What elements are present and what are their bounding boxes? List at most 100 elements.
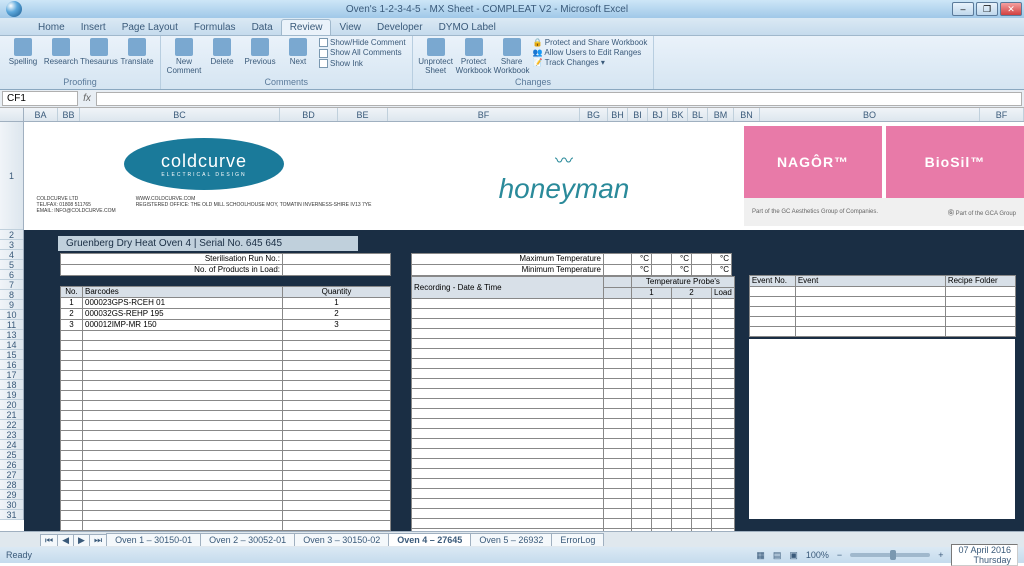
row-27[interactable]: 27 [0,470,23,480]
table-row[interactable] [412,359,735,369]
row-8[interactable]: 8 [0,290,23,300]
col-last[interactable]: BF [980,108,1024,121]
col-bl[interactable]: BL [688,108,708,121]
track-changes[interactable]: 📝 Track Changes ▾ [533,58,648,67]
table-row[interactable] [412,459,735,469]
sheet-tab-3[interactable]: Oven 4 – 27645 [388,533,471,546]
col-bj[interactable]: BJ [648,108,668,121]
col-bn[interactable]: BN [734,108,760,121]
share-workbook-button[interactable]: Share Workbook [495,38,529,75]
row-29[interactable]: 29 [0,490,23,500]
table-row[interactable] [412,439,735,449]
show-ink[interactable]: Show Ink [319,59,406,68]
table-row[interactable] [412,299,735,309]
row-2[interactable]: 2 [0,230,23,240]
table-row[interactable]: 2000032GS-REHP 1952 [61,309,391,320]
unprotect-sheet-button[interactable]: Unprotect Sheet [419,38,453,75]
table-row[interactable] [61,521,391,531]
translate-button[interactable]: Translate [120,38,154,66]
select-all-corner[interactable] [0,108,24,121]
table-row[interactable] [412,529,735,532]
zoom-out[interactable]: − [837,550,842,560]
table-row[interactable] [61,351,391,361]
col-bi[interactable]: BI [628,108,648,121]
protect-workbook-button[interactable]: Protect Workbook [457,38,491,75]
table-row[interactable] [61,361,391,371]
table-row[interactable] [412,479,735,489]
col-bk[interactable]: BK [668,108,688,121]
zoom-level[interactable]: 100% [806,550,829,560]
row-1[interactable]: 1 [0,122,23,230]
table-row[interactable] [61,531,391,532]
view-pagebreak-icon[interactable]: ▣ [789,550,798,561]
row-23[interactable]: 23 [0,430,23,440]
table-row[interactable] [412,489,735,499]
row-14[interactable]: 14 [0,340,23,350]
maximize-button[interactable]: ❐ [976,2,998,16]
tab-dymo[interactable]: DYMO Label [431,20,504,35]
previous-comment-button[interactable]: Previous [243,38,277,66]
row-19[interactable]: 19 [0,390,23,400]
table-row[interactable] [412,309,735,319]
tab-view[interactable]: View [331,20,369,35]
table-row[interactable] [412,509,735,519]
table-row[interactable] [61,451,391,461]
row-22[interactable]: 22 [0,420,23,430]
table-row[interactable] [412,519,735,529]
tab-nav-last[interactable]: ⏭ [89,534,107,546]
row-3[interactable]: 3 [0,240,23,250]
col-bh[interactable]: BH [608,108,628,121]
close-button[interactable]: ✕ [1000,2,1022,16]
table-row[interactable]: 3000012IMP-MR 1503 [61,320,391,331]
row-6[interactable]: 6 [0,270,23,280]
table-row[interactable] [61,471,391,481]
zoom-in[interactable]: + [938,550,943,560]
table-row[interactable] [61,401,391,411]
zoom-slider[interactable] [850,553,930,557]
row-7[interactable]: 7 [0,280,23,290]
table-row[interactable] [412,379,735,389]
row-25[interactable]: 25 [0,450,23,460]
col-be[interactable]: BE [338,108,388,121]
row-26[interactable]: 26 [0,460,23,470]
row-24[interactable]: 24 [0,440,23,450]
row-5[interactable]: 5 [0,260,23,270]
table-row[interactable] [412,329,735,339]
table-row[interactable] [412,469,735,479]
row-9[interactable]: 9 [0,300,23,310]
new-comment-button[interactable]: New Comment [167,38,201,75]
tab-data[interactable]: Data [244,20,281,35]
table-row[interactable] [412,389,735,399]
table-row[interactable] [61,331,391,341]
table-row[interactable] [61,411,391,421]
table-row[interactable] [412,349,735,359]
table-row[interactable] [61,491,391,501]
table-row[interactable] [412,499,735,509]
table-row[interactable] [412,429,735,439]
allow-edit-ranges[interactable]: 👥 Allow Users to Edit Ranges [533,48,648,57]
table-row[interactable] [749,297,1015,307]
row-13[interactable]: 13 [0,330,23,340]
view-normal-icon[interactable]: ▦ [756,550,765,561]
row-18[interactable]: 18 [0,380,23,390]
col-ba[interactable]: BA [24,108,58,121]
thesaurus-button[interactable]: Thesaurus [82,38,116,66]
table-row[interactable] [61,441,391,451]
col-bm[interactable]: BM [708,108,734,121]
sheet-tab-1[interactable]: Oven 2 – 30052-01 [200,533,295,546]
sheet-tab-4[interactable]: Oven 5 – 26932 [470,533,552,546]
table-row[interactable] [412,419,735,429]
table-row[interactable] [61,431,391,441]
row-20[interactable]: 20 [0,400,23,410]
protect-share-wb[interactable]: 🔒 Protect and Share Workbook [533,38,648,47]
spelling-button[interactable]: Spelling [6,38,40,66]
table-row[interactable] [749,307,1015,317]
tab-page-layout[interactable]: Page Layout [114,20,186,35]
office-button[interactable] [6,1,22,17]
next-comment-button[interactable]: Next [281,38,315,66]
showall-comments[interactable]: Show All Comments [319,48,406,57]
sheet-tab-2[interactable]: Oven 3 – 30150-02 [294,533,389,546]
row-15[interactable]: 15 [0,350,23,360]
name-box[interactable]: CF1 [2,91,78,106]
table-row[interactable] [749,287,1015,297]
